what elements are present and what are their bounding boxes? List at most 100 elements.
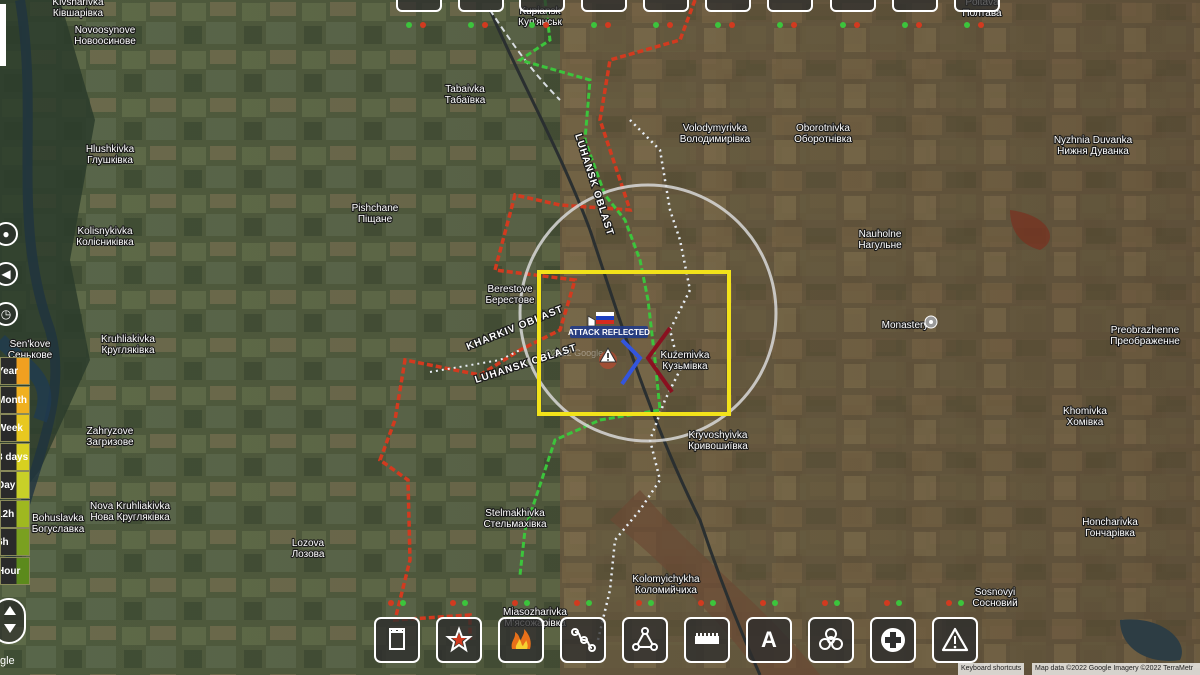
- status-dots: [591, 22, 615, 30]
- place-label: Khomivka: [1063, 406, 1107, 417]
- top-toolbar-button[interactable]: [581, 0, 627, 12]
- top-toolbar-button[interactable]: [643, 0, 689, 12]
- svg-text:ATTACK REFLECTED: ATTACK REFLECTED: [568, 328, 650, 337]
- status-dots: [653, 22, 677, 30]
- place-label-local: Володимирівка: [680, 134, 751, 145]
- russia-flag-icon[interactable]: [596, 312, 614, 324]
- place-label: Bohuslavka: [32, 513, 84, 524]
- time-filter-button[interactable]: Day: [0, 471, 30, 499]
- status-dots: [840, 22, 864, 30]
- status-dots: [884, 600, 908, 608]
- place-label-local: Нагульне: [858, 240, 902, 251]
- place-label: Zahryzove: [87, 426, 134, 437]
- time-filter-button[interactable]: Hour: [0, 556, 30, 585]
- keyboard-shortcuts-link[interactable]: Keyboard shortcuts: [958, 663, 1025, 675]
- status-dots: [388, 600, 412, 608]
- zoom-up-icon[interactable]: [4, 606, 16, 615]
- place-label: Monastery: [882, 320, 929, 331]
- top-toolbar-button[interactable]: [519, 0, 565, 12]
- fortification-button[interactable]: [374, 617, 420, 663]
- google-logo: gle: [0, 655, 15, 667]
- place-label-local: Глушківка: [87, 155, 133, 166]
- place-label-local: Круглякiвка: [101, 345, 154, 356]
- route-button[interactable]: [560, 617, 606, 663]
- time-filter-button[interactable]: Week: [0, 414, 30, 442]
- star-button[interactable]: [436, 617, 482, 663]
- place-label-local: Піщане: [358, 214, 393, 225]
- status-dots: [760, 600, 784, 608]
- network-icon: [630, 625, 660, 655]
- network-button[interactable]: [622, 617, 668, 663]
- medical-cross-icon: [878, 625, 908, 655]
- left-scroll-stub[interactable]: [0, 4, 6, 66]
- place-label: Nyzhnia Duvanka: [1054, 135, 1133, 146]
- time-filter-button[interactable]: 3 days: [0, 442, 30, 471]
- status-dots: [902, 22, 926, 30]
- place-label-local: Ківшарівка: [53, 8, 104, 19]
- route-icon: [568, 625, 598, 655]
- place-label-local: Нижня Дуванка: [1057, 146, 1129, 157]
- place-label: Sosnovyi: [975, 587, 1016, 598]
- place-label-local: Хомівка: [1067, 417, 1104, 428]
- fire-button[interactable]: [498, 617, 544, 663]
- place-label-local: Стельмахівка: [483, 519, 547, 530]
- place-label-local: Кривошиївка: [688, 441, 748, 452]
- map-watermark: ©2022 Google: [545, 348, 603, 358]
- place-label-local: Кузьмiвка: [662, 361, 708, 372]
- satellite-map[interactable]: KivsharivkaКівшарівка NovoosynoveНовоосин…: [0, 0, 1200, 675]
- place-label: Berestove: [487, 284, 532, 295]
- status-dots: [529, 22, 553, 30]
- text-label-button[interactable]: A: [746, 617, 792, 663]
- place-label: Lozova: [292, 538, 325, 549]
- place-label: Novoosynove: [75, 25, 136, 36]
- place-label: Kivsharivka: [52, 0, 104, 8]
- place-label: Pishchane: [352, 203, 399, 214]
- status-dots: [636, 600, 660, 608]
- place-label: Kruhliakivka: [101, 334, 155, 345]
- place-label-local: Лозова: [292, 549, 325, 560]
- place-label-local: Преображенне: [1110, 335, 1180, 347]
- place-label-local: Новоосинове: [74, 36, 136, 47]
- status-dots: [574, 600, 598, 608]
- place-label: Kolisnykivka: [77, 226, 132, 237]
- biohazard-button[interactable]: [808, 617, 854, 663]
- place-label: Volodymyrivka: [683, 123, 748, 134]
- warning-button[interactable]: [932, 617, 978, 663]
- top-toolbar-button[interactable]: [892, 0, 938, 12]
- place-label-local: Богуславка: [32, 524, 85, 535]
- place-label-local: Сосновий: [972, 598, 1017, 609]
- time-filter-button[interactable]: 12h: [0, 499, 30, 528]
- place-label-local: Оборотнівка: [794, 133, 852, 145]
- status-dots: [777, 22, 801, 30]
- biohazard-icon: [816, 625, 846, 655]
- attack-reflected-badge[interactable]: ATTACK REFLECTED: [568, 326, 650, 338]
- place-label-local: Загризове: [86, 437, 134, 448]
- text-label-icon: A: [761, 627, 777, 652]
- top-toolbar-button[interactable]: [458, 0, 504, 12]
- status-dots: [450, 600, 474, 608]
- top-toolbar-button[interactable]: [396, 0, 442, 12]
- top-toolbar-button[interactable]: [830, 0, 876, 12]
- frontline-button[interactable]: [684, 617, 730, 663]
- top-toolbar-button[interactable]: [705, 0, 751, 12]
- time-filter-button[interactable]: Month: [0, 385, 30, 414]
- monastery-pin-icon[interactable]: [924, 315, 938, 329]
- place-label-local: Гончарівка: [1085, 528, 1135, 539]
- status-dots: [964, 22, 988, 30]
- status-dots: [468, 22, 492, 30]
- status-dots: [946, 600, 970, 608]
- zoom-control[interactable]: [0, 598, 26, 644]
- medical-cross-button[interactable]: [870, 617, 916, 663]
- time-filter-button[interactable]: 6h: [0, 528, 30, 556]
- top-toolbar-button[interactable]: [954, 0, 1000, 12]
- status-dots: [512, 600, 536, 608]
- time-filter-button[interactable]: Year: [0, 357, 30, 385]
- fire-icon: [506, 625, 536, 655]
- status-dots: [698, 600, 722, 608]
- place-label: Kryvoshyivka: [689, 430, 748, 441]
- zoom-down-icon[interactable]: [4, 624, 16, 633]
- top-toolbar-button[interactable]: [767, 0, 813, 12]
- warning-icon: [940, 625, 970, 655]
- place-label-local: Нова Круглякiвка: [90, 512, 170, 523]
- place-label: Nauholne: [859, 229, 902, 240]
